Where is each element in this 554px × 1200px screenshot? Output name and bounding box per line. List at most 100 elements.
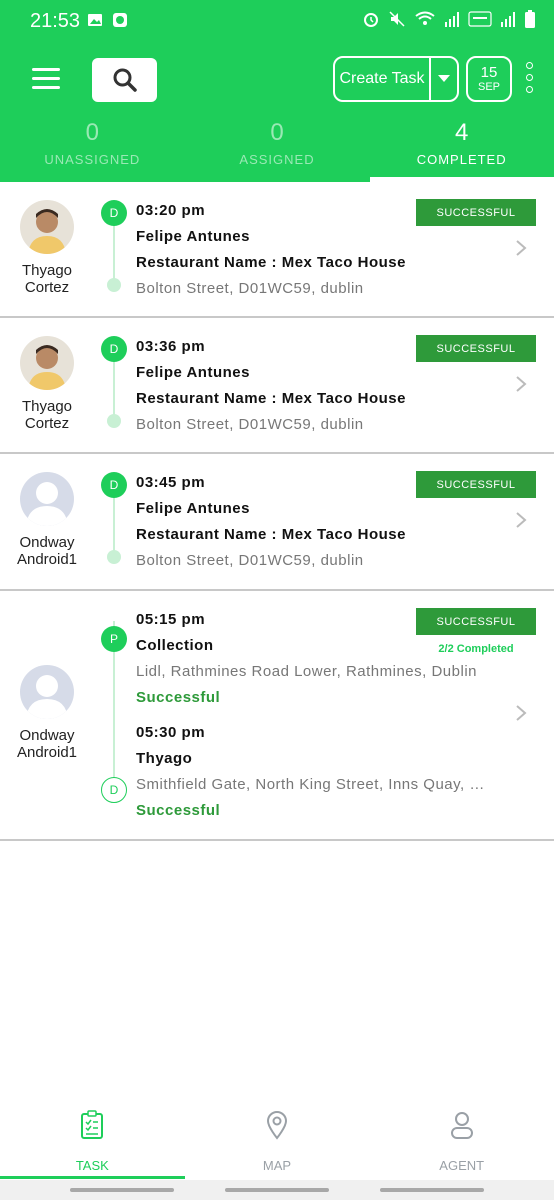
task-list: Thyago Cortez D 03:20 pm Felipe Antunes …: [0, 182, 554, 841]
avatar-placeholder-icon: [20, 665, 74, 719]
agent-avatar: [20, 665, 74, 719]
gesture-handle-center: [225, 1188, 329, 1192]
agent-avatar: [20, 472, 74, 526]
tab-assigned[interactable]: 0 ASSIGNED: [185, 118, 370, 182]
task-card[interactable]: Thyago Cortez D 03:20 pm Felipe Antunes …: [0, 182, 554, 318]
tab-count: 0: [270, 119, 284, 146]
person-icon: [450, 1112, 473, 1139]
delivery-badge: D: [101, 200, 127, 226]
status-badge: SUCCESSFUL: [416, 471, 536, 498]
delivery-status: Successful: [136, 802, 221, 819]
agent-block: Ondway Android1: [0, 472, 94, 568]
agent-avatar: [20, 336, 74, 390]
agent-block: Ondway Android1: [0, 665, 94, 761]
nav-agent[interactable]: AGENT: [369, 1098, 554, 1180]
task-card[interactable]: Ondway Android1 P D 05:15 pm Collection …: [0, 591, 554, 841]
agent-last-name: Android1: [16, 551, 78, 568]
nav-label: MAP: [262, 1158, 292, 1173]
timeline-end-dot: [107, 550, 121, 564]
chevron-right-icon[interactable]: [512, 704, 530, 722]
app-notification-icon: [113, 13, 127, 27]
agent-last-name: Cortez: [24, 415, 70, 432]
alarm-icon: [364, 13, 378, 27]
caret-down-icon: [438, 75, 450, 82]
gesture-handle-left: [70, 1188, 174, 1192]
completion-count: 2/2 Completed: [438, 643, 514, 655]
agent-block: Thyago Cortez: [0, 200, 94, 296]
tab-completed[interactable]: 4 COMPLETED: [369, 118, 554, 182]
pickup-status: Successful: [136, 689, 221, 706]
tab-count: 0: [85, 119, 100, 146]
clipboard-icon: [81, 1110, 104, 1139]
date-picker-button[interactable]: 15 SEP: [466, 56, 512, 102]
tab-unassigned[interactable]: 0 UNASSIGNED: [0, 118, 185, 182]
app-header: 21:53 Create Task 15 SEP 0 UNASSIGNED 0 …: [0, 0, 554, 182]
task-card[interactable]: Ondway Android1 D 03:45 pm Felipe Antune…: [0, 454, 554, 591]
pickup-address: Lidl, Rathmines Road Lower, Rathmines, D…: [136, 663, 477, 680]
more-options-icon[interactable]: [526, 62, 536, 98]
tab-label: COMPLETED: [416, 152, 507, 167]
task-time: 03:45 pm: [136, 474, 206, 491]
agent-last-name: Android1: [16, 744, 78, 761]
agent-last-name: Cortez: [24, 279, 70, 296]
battery-icon: [525, 10, 535, 28]
chevron-right-icon[interactable]: [512, 375, 530, 393]
status-time: 21:53: [30, 10, 81, 32]
nav-label: TASK: [75, 1158, 109, 1173]
delivery-name: Thyago: [136, 750, 193, 767]
signal-icon: [445, 12, 459, 27]
status-badge: SUCCESSFUL: [416, 608, 536, 635]
restaurant-name: Restaurant Name : Mex Taco House: [136, 526, 406, 543]
timeline-end-dot: [107, 278, 121, 292]
mute-icon: [389, 11, 405, 27]
nav-task[interactable]: TASK: [0, 1098, 185, 1180]
chevron-right-icon[interactable]: [512, 511, 530, 529]
gesture-handle-right: [380, 1188, 484, 1192]
agent-first-name: Ondway: [19, 727, 75, 744]
task-time: 03:36 pm: [136, 338, 206, 355]
agent-avatar: [20, 200, 74, 254]
task-address: Bolton Street, D01WC59, dublin: [136, 416, 364, 433]
agent-photo-icon: [20, 200, 74, 254]
pickup-name: Collection: [136, 637, 214, 654]
restaurant-name: Restaurant Name : Mex Taco House: [136, 254, 406, 271]
search-button[interactable]: [92, 58, 157, 102]
task-time: 03:20 pm: [136, 202, 206, 219]
agent-first-name: Thyago: [21, 262, 73, 279]
task-address: Bolton Street, D01WC59, dublin: [136, 280, 364, 297]
signal-2-icon: [501, 12, 515, 27]
status-badge: SUCCESSFUL: [416, 199, 536, 226]
task-address: Bolton Street, D01WC59, dublin: [136, 552, 364, 569]
agent-photo-icon: [20, 336, 74, 390]
create-task-dropdown[interactable]: [431, 58, 457, 100]
date-day: 15: [480, 64, 498, 81]
timeline-end-dot: [107, 414, 121, 428]
volte-icon: [468, 11, 492, 27]
agent-block: Thyago Cortez: [0, 336, 94, 432]
gallery-notification-icon: [88, 14, 102, 26]
create-task-button[interactable]: Create Task: [335, 58, 431, 100]
nav-map[interactable]: MAP: [185, 1098, 370, 1180]
task-card[interactable]: Thyago Cortez D 03:36 pm Felipe Antunes …: [0, 318, 554, 454]
nav-active-indicator: [0, 1176, 185, 1179]
customer-name: Felipe Antunes: [136, 500, 250, 517]
delivery-badge: D: [101, 777, 127, 803]
search-icon: [113, 68, 137, 92]
status-bar: 21:53: [0, 0, 554, 42]
avatar-placeholder-icon: [20, 472, 74, 526]
tab-label: UNASSIGNED: [44, 152, 141, 167]
delivery-badge: D: [101, 336, 127, 362]
date-month: SEP: [477, 81, 500, 93]
restaurant-name: Restaurant Name : Mex Taco House: [136, 390, 406, 407]
agent-first-name: Ondway: [19, 534, 75, 551]
customer-name: Felipe Antunes: [136, 364, 250, 381]
status-icons: [362, 10, 536, 28]
delivery-address: Smithfield Gate, North King Street, Inns…: [136, 776, 486, 793]
delivery-time: 05:30 pm: [136, 724, 206, 741]
tab-label: ASSIGNED: [239, 152, 315, 167]
chevron-right-icon[interactable]: [512, 239, 530, 257]
bottom-navigation: TASK MAP AGENT: [0, 1098, 554, 1180]
agent-first-name: Thyago: [21, 398, 73, 415]
gesture-bar: [0, 1180, 554, 1200]
menu-icon[interactable]: [32, 68, 60, 90]
